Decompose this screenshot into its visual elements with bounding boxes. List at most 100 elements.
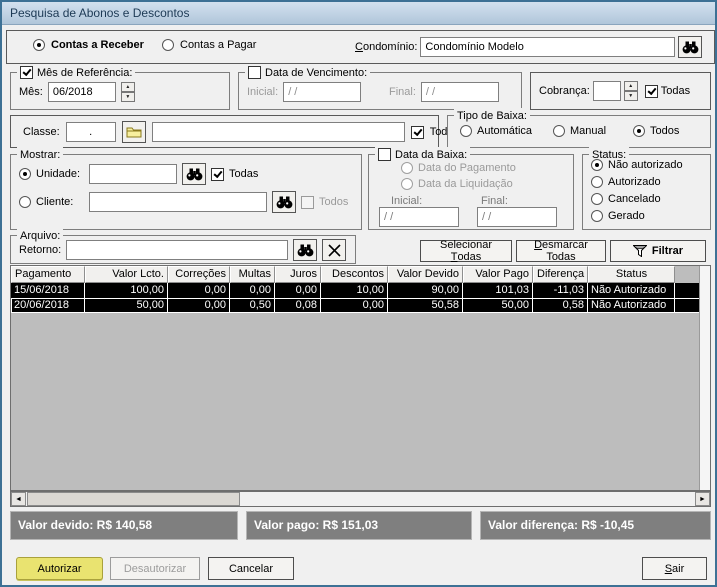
group-data-vencimento: Data de Vencimento: Inicial: Final: bbox=[238, 65, 522, 110]
column-header-3[interactable]: Correções bbox=[168, 266, 230, 283]
table-cell: 0,00 bbox=[168, 298, 230, 313]
table-cell: 0,00 bbox=[275, 283, 321, 298]
retorno-input[interactable] bbox=[66, 240, 289, 260]
mes-referencia-checkbox[interactable] bbox=[20, 66, 33, 79]
desautorizar-button[interactable]: Desautorizar bbox=[110, 557, 200, 580]
baixa-final-input[interactable] bbox=[477, 207, 557, 227]
column-header-4[interactable]: Multas bbox=[230, 266, 275, 283]
scroll-right-arrow[interactable]: ► bbox=[695, 492, 710, 506]
cliente-search-button[interactable] bbox=[272, 191, 296, 213]
classe-code-input[interactable] bbox=[65, 122, 116, 142]
spin-down-icon[interactable]: ▼ bbox=[120, 92, 135, 102]
cobranca-spinner[interactable]: ▲ ▼ bbox=[623, 81, 638, 101]
desmarcar-todas-button[interactable]: Desmarcar Todas bbox=[516, 239, 606, 263]
data-baixa-checkbox[interactable] bbox=[378, 148, 391, 161]
column-header-9[interactable]: Diferença bbox=[533, 266, 588, 283]
folder-icon bbox=[126, 127, 142, 138]
scroll-track[interactable] bbox=[240, 492, 695, 506]
table-cell: 101,03 bbox=[463, 283, 533, 298]
cliente-input[interactable] bbox=[89, 192, 267, 212]
group-data-baixa: Data da Baixa: Data do Pagamento Data da… bbox=[368, 147, 574, 230]
title-bar: Pesquisa de Abonos e Descontos bbox=[2, 2, 715, 25]
autorizar-button[interactable]: Autorizar bbox=[16, 557, 103, 580]
column-header-7[interactable]: Valor Devido bbox=[388, 266, 463, 283]
radio-status-gerado[interactable]: Gerado bbox=[591, 210, 645, 222]
selecionar-todas-button[interactable]: Selecionar Todas bbox=[420, 239, 512, 263]
group-arquivo: Arquivo: Retorno: bbox=[10, 228, 356, 264]
mostrar-unidade-radio[interactable] bbox=[19, 168, 31, 180]
radio-label: Data do Pagamento bbox=[418, 162, 516, 174]
condominio-search-button[interactable] bbox=[678, 36, 703, 58]
radio-status-autorizado[interactable]: Autorizado bbox=[591, 176, 661, 188]
table-cell: 90,00 bbox=[388, 283, 463, 298]
baixa-inicial-input[interactable] bbox=[379, 207, 459, 227]
sair-button[interactable]: Sair bbox=[642, 557, 707, 580]
unidade-todas-label: Todas bbox=[229, 168, 259, 180]
classe-folder-button[interactable] bbox=[121, 121, 146, 143]
group-status: Status: Não autorizado Autorizado Cancel… bbox=[582, 147, 711, 230]
radio-label: Cancelado bbox=[608, 193, 661, 205]
dialog-pesquisa-abonos-descontos: Pesquisa de Abonos e Descontos Contas a … bbox=[0, 0, 717, 587]
mes-input[interactable] bbox=[47, 82, 116, 102]
button-label: Desautorizar bbox=[123, 562, 187, 575]
radio-contas-a-receber[interactable]: Contas a Receber bbox=[33, 39, 144, 51]
cliente-todos-checkbox[interactable] bbox=[301, 195, 314, 209]
radio-baixa-automatica[interactable]: Automática bbox=[460, 125, 532, 137]
radio-status-nao-autorizado[interactable]: Não autorizado bbox=[591, 159, 683, 171]
baixa-inicial-label: Inicial: bbox=[391, 195, 423, 207]
classe-section: Classe: Todas bbox=[10, 115, 459, 148]
binoculars-icon bbox=[682, 41, 699, 53]
radio-label: Todos bbox=[650, 125, 680, 137]
data-vencimento-checkbox[interactable] bbox=[248, 66, 261, 79]
column-header-10[interactable]: Status bbox=[588, 266, 675, 283]
condominio-input[interactable] bbox=[420, 37, 676, 57]
scroll-thumb[interactable] bbox=[27, 492, 240, 506]
radio-status-cancelado[interactable]: Cancelado bbox=[591, 193, 661, 205]
radio-icon bbox=[33, 39, 45, 51]
retorno-search-button[interactable] bbox=[293, 239, 318, 261]
vencimento-final-label: Final: bbox=[389, 86, 416, 98]
radio-icon bbox=[401, 162, 413, 174]
radio-data-liquidacao[interactable]: Data da Liquidação bbox=[401, 178, 513, 190]
column-header-6[interactable]: Descontos bbox=[321, 266, 388, 283]
classe-name-input[interactable] bbox=[151, 122, 405, 142]
spin-up-icon[interactable]: ▲ bbox=[623, 81, 638, 91]
group-mes-referencia: Mês de Referência: Mês: ▲▼ bbox=[10, 65, 230, 110]
column-header-1[interactable]: Pagamento bbox=[11, 266, 85, 283]
radio-data-pagamento[interactable]: Data do Pagamento bbox=[401, 162, 516, 174]
vencimento-inicial-input[interactable] bbox=[283, 82, 362, 102]
button-label: Selecionar Todas bbox=[440, 239, 492, 263]
table-row[interactable]: 20/06/2018 50,00 0,00 0,50 0,08 0,00 50,58 50,0… bbox=[11, 298, 710, 313]
radio-baixa-todos[interactable]: Todos bbox=[633, 125, 679, 137]
scroll-left-arrow[interactable]: ◄ bbox=[11, 492, 26, 506]
grid-vertical-strip bbox=[699, 266, 710, 490]
cobranca-input[interactable] bbox=[592, 81, 621, 101]
unidade-input[interactable] bbox=[89, 164, 177, 184]
spin-down-icon[interactable]: ▼ bbox=[623, 91, 638, 101]
radio-contas-a-pagar[interactable]: Contas a Pagar bbox=[162, 39, 256, 51]
table-row[interactable]: 15/06/2018 100,00 0,00 0,00 0,00 10,00 90,00 10… bbox=[11, 283, 710, 298]
unidade-search-button[interactable] bbox=[182, 163, 206, 185]
column-header-5[interactable]: Juros bbox=[275, 266, 321, 283]
classe-todas-checkbox[interactable] bbox=[410, 125, 424, 139]
radio-icon bbox=[553, 125, 565, 137]
window-title: Pesquisa de Abonos e Descontos bbox=[10, 6, 190, 20]
cliente-todos-label: Todos bbox=[319, 196, 349, 208]
grid-horizontal-scrollbar[interactable]: ◄ ► bbox=[10, 491, 711, 507]
retorno-clear-button[interactable] bbox=[322, 239, 347, 261]
mes-spinner[interactable]: ▲ ▼ bbox=[120, 82, 135, 102]
radio-label: Gerado bbox=[608, 210, 645, 222]
column-header-8[interactable]: Valor Pago bbox=[463, 266, 533, 283]
vencimento-final-input[interactable] bbox=[420, 82, 499, 102]
cobranca-todas-checkbox[interactable] bbox=[644, 84, 658, 98]
cancelar-button[interactable]: Cancelar bbox=[208, 557, 294, 580]
spin-up-icon[interactable]: ▲ bbox=[120, 82, 135, 92]
mostrar-cliente-radio[interactable] bbox=[19, 196, 31, 208]
radio-baixa-manual[interactable]: Manual bbox=[553, 125, 606, 137]
column-header-2[interactable]: Valor Lcto. bbox=[85, 266, 168, 283]
radio-icon bbox=[591, 176, 603, 188]
filtrar-button[interactable]: Filtrar bbox=[610, 240, 706, 262]
unidade-todas-checkbox[interactable] bbox=[211, 167, 224, 181]
radio-icon bbox=[401, 178, 413, 190]
button-label: Autorizar bbox=[37, 562, 82, 575]
